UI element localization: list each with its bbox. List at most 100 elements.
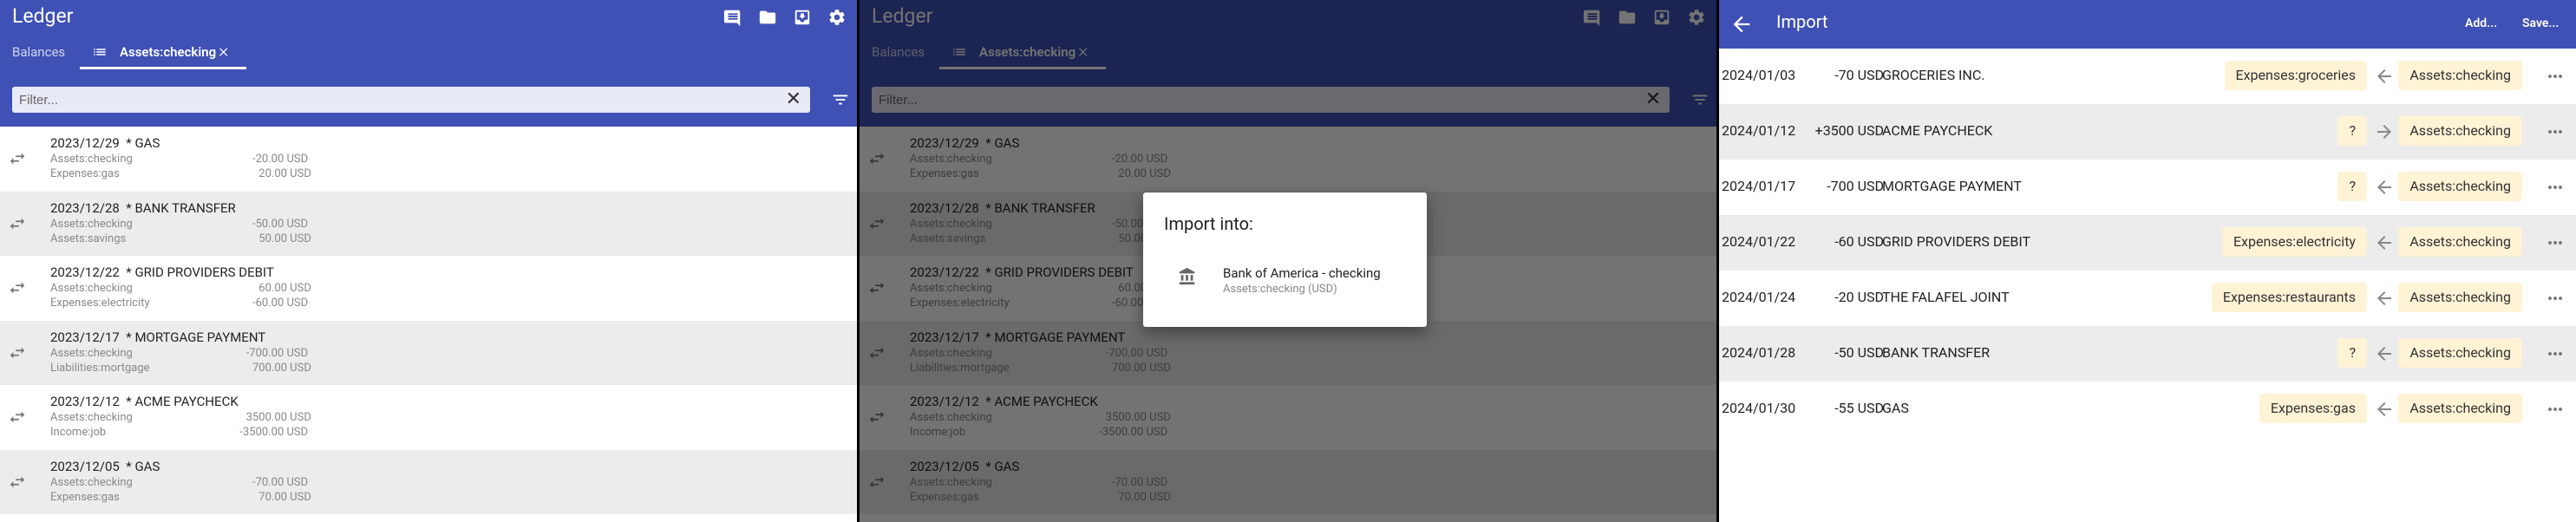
arrow-right-icon[interactable] <box>2374 121 2395 142</box>
category-chip[interactable]: Expenses:restaurants <box>2211 283 2367 312</box>
account-chip[interactable]: Assets:checking <box>2398 227 2522 257</box>
import-header: Import Add... Save... <box>1719 0 2576 49</box>
more-horiz-icon[interactable] <box>2545 343 2566 364</box>
arrow-left-icon[interactable] <box>2374 343 2395 364</box>
posting-amount: 700.00 USD <box>252 361 311 375</box>
filter-icon[interactable] <box>831 90 850 109</box>
tab-bar: Balances Assets:checking × <box>0 35 857 69</box>
import-date: 2024/01/03 <box>1722 67 1796 83</box>
download-icon[interactable] <box>787 3 818 31</box>
tab-balances[interactable]: Balances <box>12 35 65 69</box>
add-button[interactable]: Add... <box>2465 16 2497 30</box>
import-amount: -20 USD <box>1834 289 1884 305</box>
tab-label: Assets:checking <box>120 44 217 60</box>
account-chip[interactable]: Assets:checking <box>2398 338 2522 368</box>
category-chip[interactable]: ? <box>2337 172 2367 201</box>
more-horiz-icon[interactable] <box>2545 288 2566 309</box>
arrow-left-icon[interactable] <box>2374 232 2395 253</box>
dialog-title: Import into: <box>1164 213 1253 234</box>
transaction-row[interactable]: 2023/12/12 * ACME PAYCHECK Assets:checkin… <box>0 385 857 450</box>
import-row: 2024/01/17 -700 USD MORTGAGE PAYMENT? Asset… <box>1719 160 2576 215</box>
tab-close-icon[interactable]: × <box>219 35 229 69</box>
transfer-icon <box>7 473 28 492</box>
import-panel: Import Add... Save... 2024/01/03 -70 USD G… <box>1719 0 2576 522</box>
posting-amount: 70.00 USD <box>258 490 311 504</box>
transaction-row[interactable]: 2023/12/22 * GRID PROVIDERS DEBIT Assets:… <box>0 256 857 321</box>
import-description: MORTGAGE PAYMENT <box>1882 178 2022 194</box>
import-amount: -60 USD <box>1834 233 1884 250</box>
import-row: 2024/01/24 -20 USD THE FALAFEL JOINT Expens… <box>1719 271 2576 326</box>
account-chip[interactable]: Assets:checking <box>2398 116 2522 146</box>
posting-amount: -3500.00 USD <box>239 426 309 439</box>
posting-account: Assets:checking <box>50 153 133 166</box>
account-chip[interactable]: Assets:checking <box>2398 61 2522 90</box>
category-chip[interactable]: Expenses:gas <box>2259 394 2367 423</box>
transfer-icon <box>7 408 28 427</box>
posting-account: Assets:checking <box>50 346 133 360</box>
category-chip[interactable]: Expenses:groceries <box>2224 61 2367 90</box>
import-list: 2024/01/03 -70 USD GROCERIES INC. Expenses:… <box>1719 49 2576 437</box>
account-chip[interactable]: Assets:checking <box>2398 283 2522 312</box>
import-amount: +3500 USD <box>1814 122 1884 139</box>
import-date: 2024/01/30 <box>1722 400 1796 416</box>
header-actions <box>717 3 853 31</box>
save-button[interactable]: Save... <box>2522 16 2559 30</box>
import-row: 2024/01/22 -60 USD GRID PROVIDERS DEBIT Exp… <box>1719 215 2576 271</box>
arrow-left-icon[interactable] <box>2374 288 2395 309</box>
posting-account: Expenses:gas <box>50 167 120 180</box>
transfer-icon <box>7 343 28 362</box>
transfer-icon <box>7 214 28 233</box>
back-arrow-icon[interactable] <box>1729 12 1754 36</box>
account-option-sub: Assets:checking (USD) <box>1223 283 1337 296</box>
posting-account: Liabilities:mortgage <box>50 361 150 375</box>
filter-input[interactable] <box>12 87 758 113</box>
import-description: ACME PAYCHECK <box>1882 122 1993 139</box>
comment-icon[interactable] <box>717 3 749 31</box>
dialog-account-option[interactable]: Bank of America - checking Assets:checki… <box>1143 260 1427 303</box>
posting-amount: -700.00 USD <box>245 346 309 360</box>
transaction-title: 2023/12/28 * BANK TRANSFER <box>50 199 236 216</box>
arrow-left-icon[interactable] <box>2374 66 2395 87</box>
transaction-row[interactable]: 2023/12/05 * GASAssets:checking -70.00 US… <box>0 449 857 514</box>
transfer-icon <box>7 149 28 168</box>
account-chip[interactable]: Assets:checking <box>2398 394 2522 423</box>
more-horiz-icon[interactable] <box>2545 232 2566 253</box>
posting-amount: -60.00 USD <box>252 297 309 310</box>
import-row: 2024/01/28 -50 USD BANK TRANSFER? Assets:ch… <box>1719 326 2576 382</box>
category-chip[interactable]: ? <box>2337 338 2367 368</box>
posting-account: Assets:checking <box>50 282 133 295</box>
more-horiz-icon[interactable] <box>2545 66 2566 87</box>
category-chip[interactable]: Expenses:electricity <box>2221 227 2367 257</box>
import-row: 2024/01/12 +3500 USD ACME PAYCHECK? Assets:… <box>1719 104 2576 160</box>
transaction-row[interactable]: 2023/12/28 * BANK TRANSFERAssets:checkin… <box>0 191 857 256</box>
ledger-panel: Ledger Balances Assets:checking × ✕ 2023… <box>0 0 857 522</box>
app-title: Ledger <box>12 4 74 28</box>
posting-account: Assets:checking <box>50 217 133 231</box>
clear-icon[interactable]: ✕ <box>786 87 801 113</box>
settings-icon[interactable] <box>821 3 853 31</box>
import-row: 2024/01/30 -55 USD GAS Expenses:gas Assets:c… <box>1719 382 2576 437</box>
transaction-row[interactable]: 2023/12/29 * GAS Assets:checking -20.00 US… <box>0 127 857 192</box>
posting-account: Assets:savings <box>50 232 127 245</box>
import-description: BANK TRANSFER <box>1882 344 1991 361</box>
category-chip[interactable]: ? <box>2337 116 2367 146</box>
folder-icon[interactable] <box>752 3 783 31</box>
transaction-row[interactable]: 2023/12/17 * MORTGAGE PAYMENTAssets:chec… <box>0 320 857 385</box>
import-date: 2024/01/22 <box>1722 233 1796 250</box>
import-amount: -50 USD <box>1834 344 1884 361</box>
posting-amount: -70.00 USD <box>252 475 309 489</box>
ledger-header: Ledger Balances Assets:checking × ✕ <box>0 0 857 127</box>
posting-amount: -20.00 USD <box>252 153 309 166</box>
arrow-left-icon[interactable] <box>2374 177 2395 198</box>
more-horiz-icon[interactable] <box>2545 121 2566 142</box>
more-horiz-icon[interactable] <box>2545 177 2566 198</box>
posting-amount: 20.00 USD <box>258 167 311 180</box>
import-description: THE FALAFEL JOINT <box>1882 289 2010 305</box>
posting-account: Expenses:gas <box>50 490 120 504</box>
arrow-left-icon[interactable] <box>2374 399 2395 420</box>
more-horiz-icon[interactable] <box>2545 399 2566 420</box>
account-chip[interactable]: Assets:checking <box>2398 172 2522 201</box>
tab-assets-checking[interactable]: Assets:checking × <box>80 35 246 69</box>
ledger-panel-dialog: Ledger Balances Assets:checking × ✕ 2023… <box>860 0 1716 522</box>
import-amount: -700 USD <box>1827 178 1884 194</box>
